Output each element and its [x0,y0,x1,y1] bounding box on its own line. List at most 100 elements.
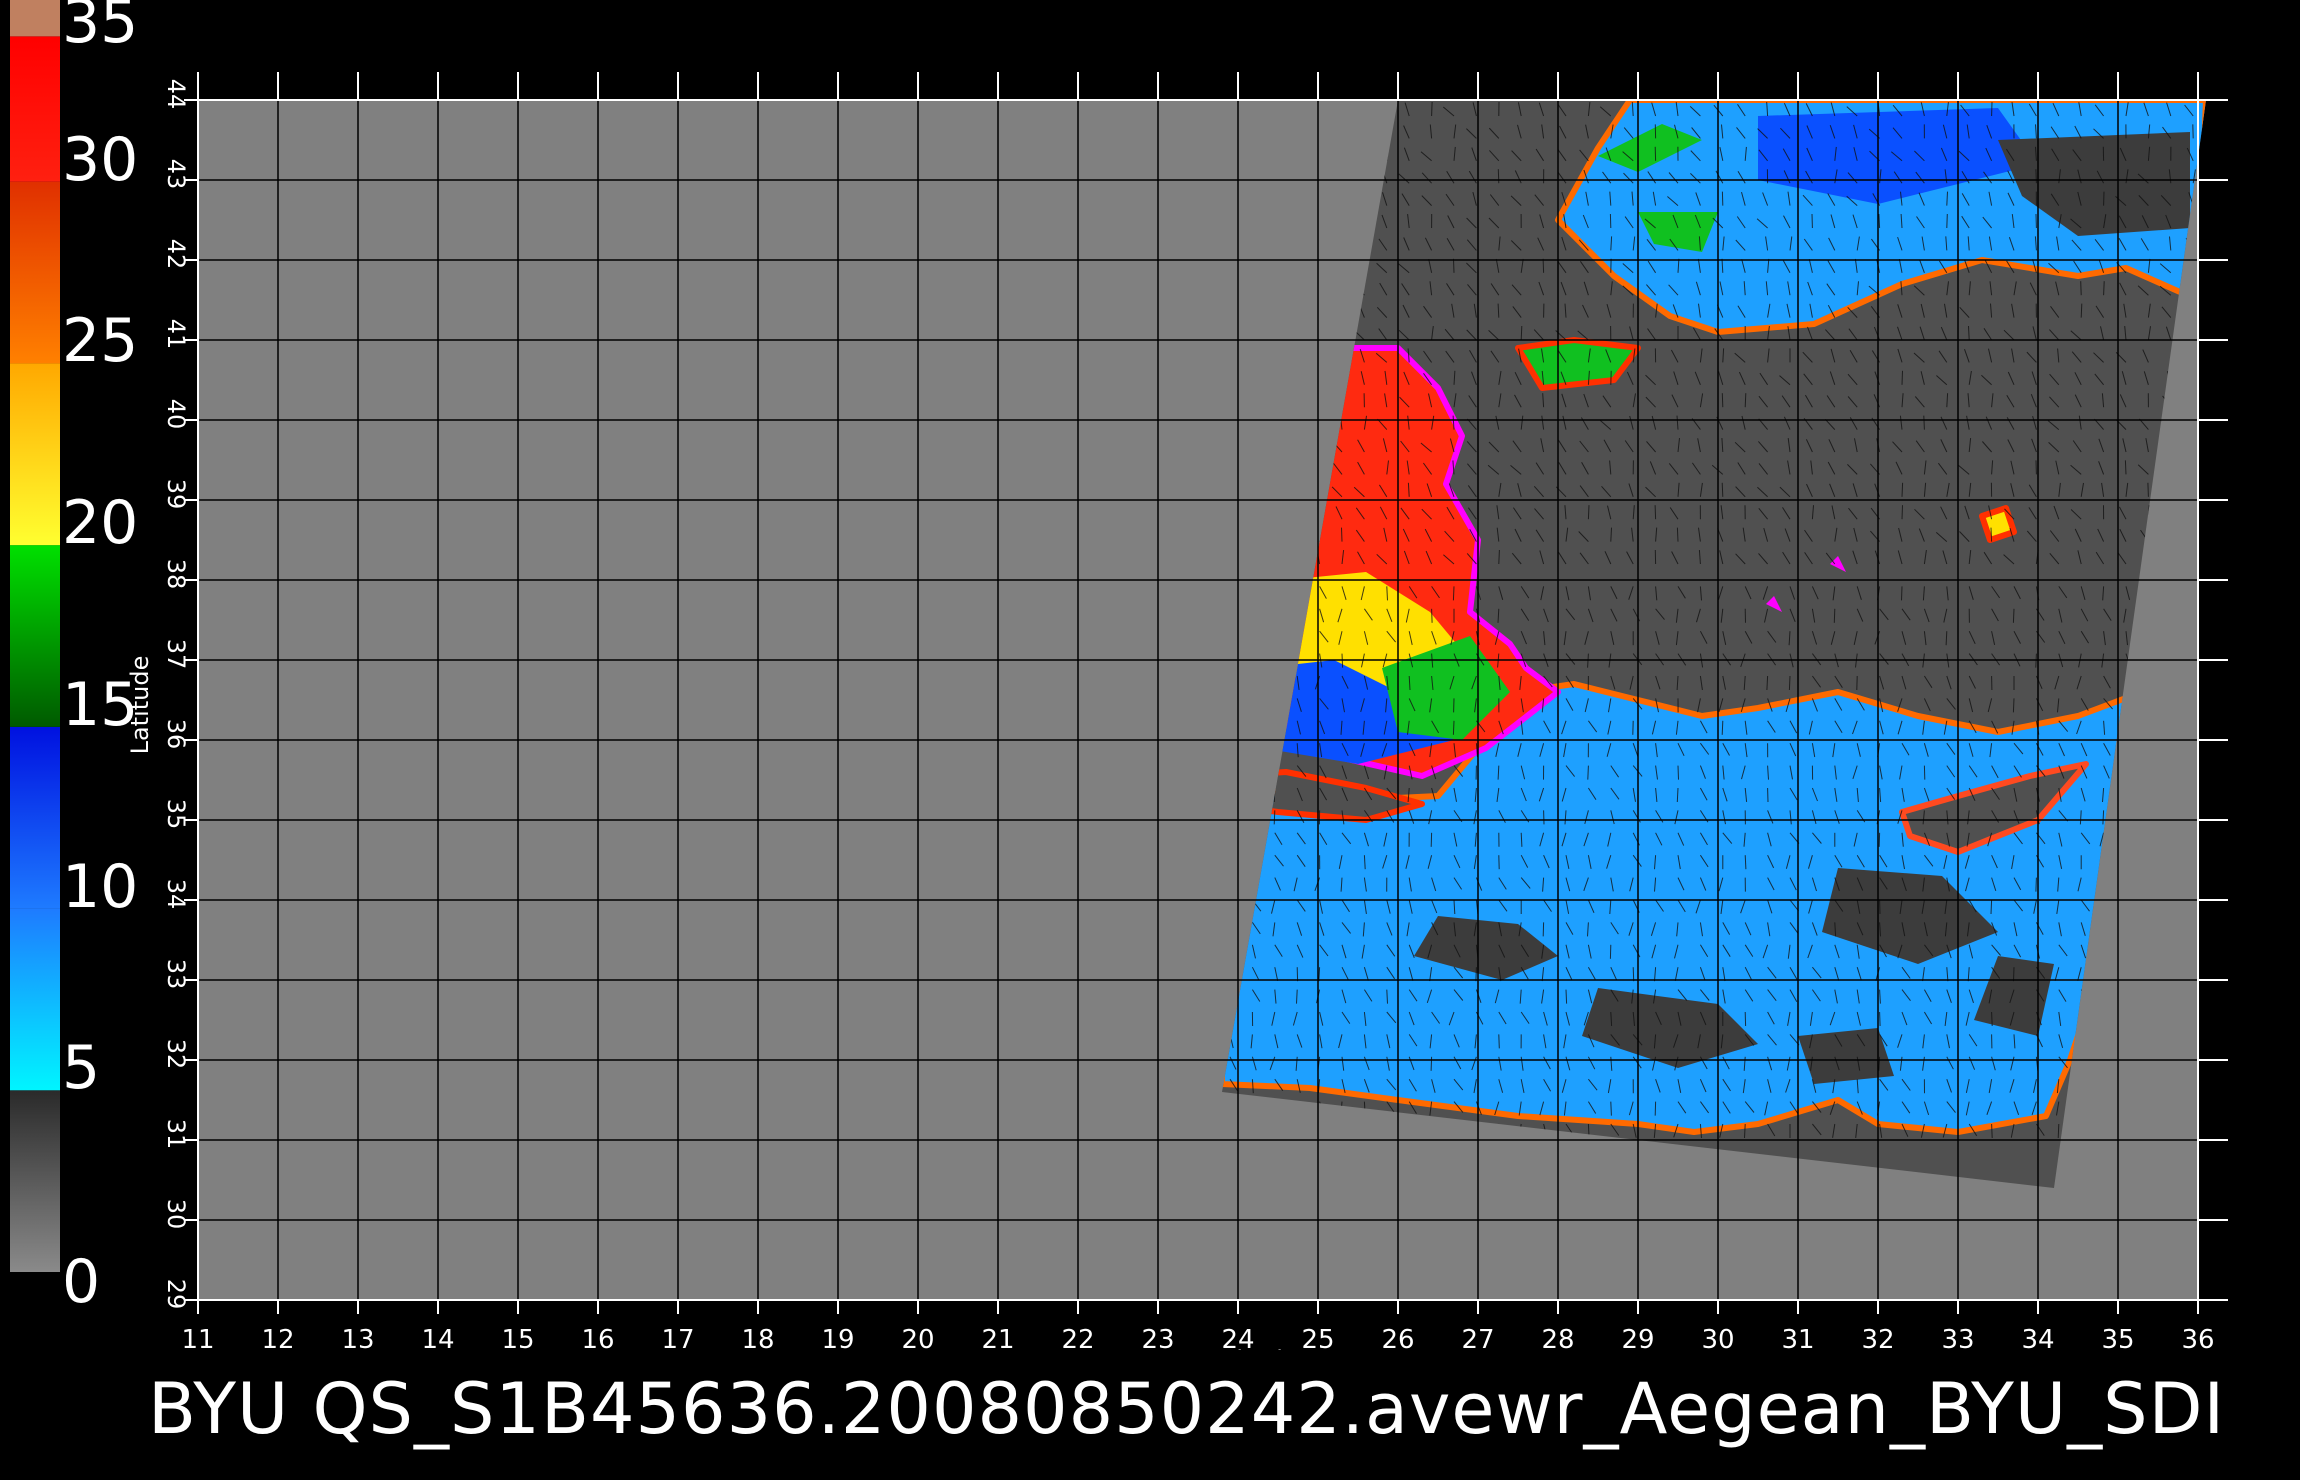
wind-vector [2057,1123,2060,1139]
wind-vector [2012,608,2015,623]
wind-vector [1901,586,1903,601]
longitude-tick-label: 20 [901,1325,934,1350]
latitude-tick-label: 42 [162,239,190,270]
wind-map-plot: 11 12 13 14 15 16 17 18 19 20 21 22 23 24 25 26 27 28 29 30… [126,72,2228,1350]
latitude-tick-label: 44 [162,79,190,110]
latitude-tick-label: 29 [162,1279,190,1310]
wind-vector [1833,608,1836,623]
wind-vector [1610,1101,1612,1116]
wind-vector [1341,527,1343,542]
wind-vector [1520,832,1523,847]
wind-vector [1721,720,1724,735]
wind-vector [1677,765,1679,780]
wind-vector [1386,586,1388,601]
wind-vector [1497,169,1500,184]
wind-vector [1879,1011,1881,1027]
wind-vector [1520,325,1523,341]
wind-vector [1788,675,1791,691]
longitude-tick-label: 11 [181,1325,214,1350]
wind-vector [2102,810,2105,825]
longitude-tick-label: 34 [2021,1325,2054,1350]
latitude-tick-label: 34 [162,879,190,910]
latitude-tick-label: 37 [162,639,190,670]
wind-vector [1430,1056,1433,1071]
wind-vector [1991,1011,1993,1027]
wind-vector [1766,675,1769,691]
figure-caption: BYU QS_S1B45636.20080850242.avewr_Aegean… [148,1368,2226,1450]
latitude-tick-label: 32 [162,1039,190,1070]
wind-vector [1431,608,1433,623]
latitude-tick-label: 35 [162,799,190,830]
wind-vector [1386,989,1388,1004]
longitude-tick-label: 35 [2101,1325,2134,1350]
wind-vector [1296,989,1298,1004]
wind-vector [1654,505,1657,520]
latitude-tick-label: 30 [162,1199,190,1230]
wind-vector [1923,415,1925,430]
longitude-tick-label: 29 [1621,1325,1654,1350]
wind-vector [1721,482,1724,497]
wind-vector [1744,1123,1746,1139]
longitude-tick-label: 25 [1301,1325,1334,1350]
wind-vector [1587,505,1590,520]
wind-vector [1946,191,1948,206]
wind-vector [1744,393,1747,408]
longitude-tick-label: 32 [1861,1325,1894,1350]
wind-vector [1945,631,1948,646]
wind-vector [2080,303,2083,318]
wind-vector [1676,787,1679,803]
wind-vector [1946,213,1948,229]
wind-vector [1498,549,1500,565]
wind-vector [1452,586,1455,601]
wind-vector [2103,281,2105,296]
wind-vector [1632,967,1635,982]
wind-vector [1721,393,1724,408]
longitude-tick-label: 33 [1941,1325,1974,1350]
latitude-tick-label: 31 [162,1119,190,1150]
longitude-tick-label: 14 [421,1325,454,1350]
longitude-tick-label: 23 [1141,1325,1174,1350]
lake [1979,505,2017,543]
latitude-tick-label: 39 [162,479,190,510]
wind-vector [1273,810,1276,825]
latitude-tick-label: 41 [162,319,190,350]
wind-vector [1587,765,1589,780]
x-axis-label: Longitude [1178,1346,1297,1350]
wind-vector [1901,505,1903,520]
wind-vector [2080,281,2082,296]
y-axis-label: Latitude [126,656,154,755]
wind-vector [1990,899,1993,915]
longitude-tick-label: 26 [1381,1325,1414,1350]
wind-vector [1990,527,1993,542]
wind-vector [2147,482,2149,497]
wind-vector [1453,258,1455,273]
longitude-tick-label: 22 [1061,1325,1094,1350]
wind-vector [2035,169,2037,184]
wind-vector [2124,460,2127,475]
wind-vector [2012,698,2015,713]
wind-vector [1968,325,1970,341]
wind-vector [1498,1034,1500,1049]
latitude-tick-label: 33 [162,959,190,990]
longitude-tick-label: 30 [1701,1325,1734,1350]
longitude-tick-label: 15 [501,1325,534,1350]
longitude-tick-label: 16 [581,1325,614,1350]
longitude-tick-label: 18 [741,1325,774,1350]
wind-vector [1676,527,1679,542]
longitude-tick-label: 27 [1461,1325,1494,1350]
longitude-tick-label: 21 [981,1325,1014,1350]
latitude-tick-label: 43 [162,159,190,190]
latitude-tick-label: 40 [162,399,190,430]
wind-vector [1565,989,1568,1004]
wind-vector [1901,482,1904,497]
wind-vector [1431,101,1433,117]
longitude-tick-label: 17 [661,1325,694,1350]
longitude-tick-label: 19 [821,1325,854,1350]
longitude-tick-label: 31 [1781,1325,1814,1350]
wind-vector [1610,527,1612,542]
latitude-tick-label: 38 [162,559,190,590]
wind-vector [1991,1123,1993,1139]
latitude-tick-label: 36 [162,719,190,750]
longitude-tick-label: 36 [2181,1325,2214,1350]
wind-vector [1744,855,1747,870]
